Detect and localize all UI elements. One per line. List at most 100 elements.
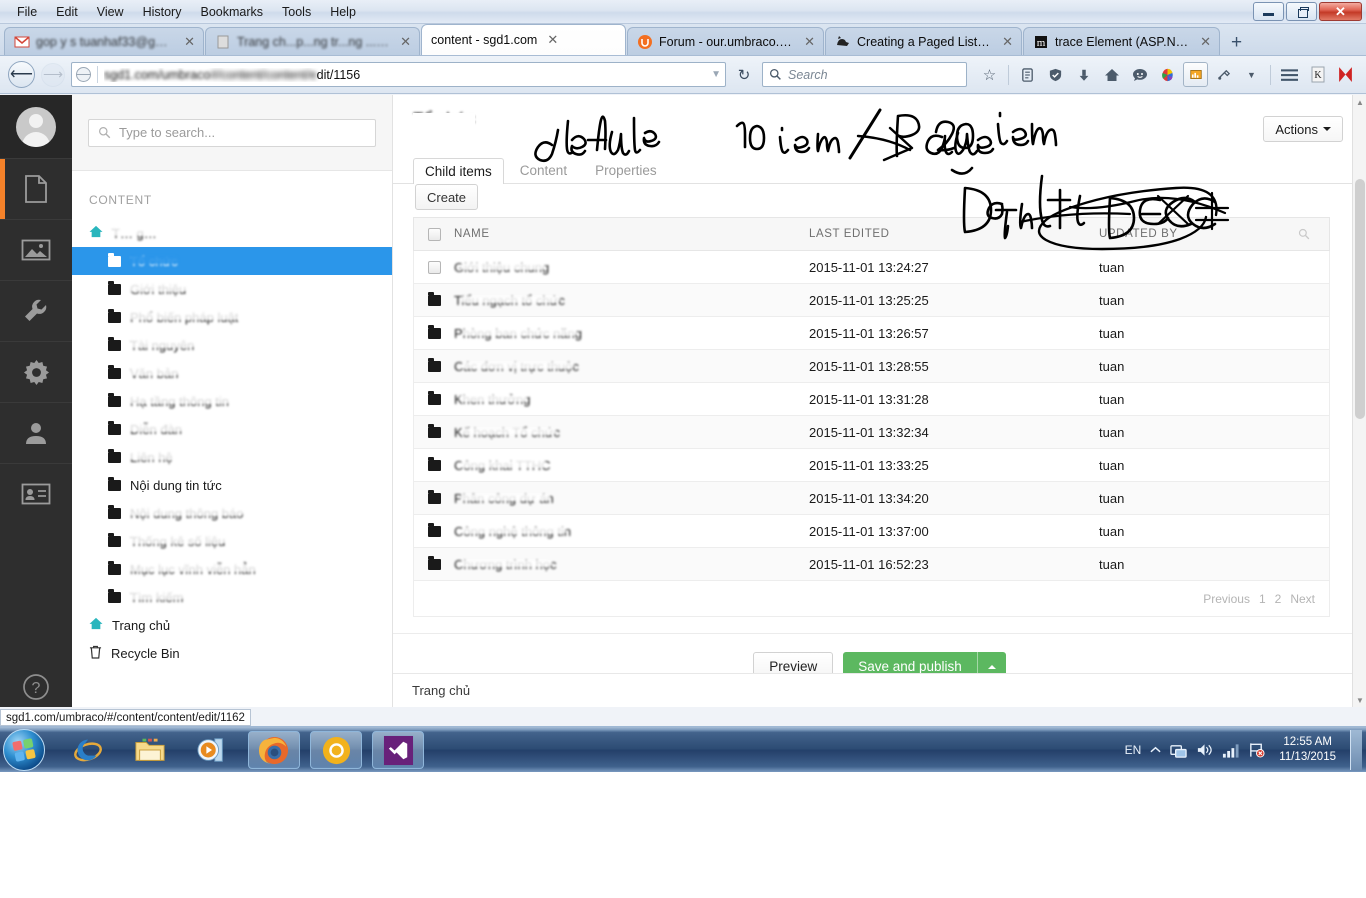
pagination-previous[interactable]: Previous bbox=[1203, 592, 1250, 606]
sidebar-item-help[interactable]: ? bbox=[0, 673, 72, 701]
sidebar-item-developer[interactable] bbox=[0, 280, 72, 341]
table-row[interactable]: Phòng ban chức năng 2015-11-01 13:26:57 tu… bbox=[413, 317, 1330, 350]
cell-name[interactable]: Các đơn vị trực thuộc bbox=[454, 359, 809, 374]
show-hidden-icon[interactable] bbox=[1150, 746, 1161, 754]
screenshot-icon[interactable] bbox=[1183, 62, 1208, 87]
scroll-down-icon[interactable]: ▼ bbox=[1353, 693, 1366, 707]
row-checkbox[interactable] bbox=[414, 260, 454, 274]
table-row[interactable]: Các đơn vị trực thuộc 2015-11-01 13:28:55… bbox=[413, 350, 1330, 383]
taskbar-internet-explorer[interactable] bbox=[62, 731, 114, 769]
table-row[interactable]: Phân công dự án 2015-11-01 13:34:20 tuan bbox=[413, 482, 1330, 515]
tab-properties[interactable]: Properties bbox=[583, 157, 669, 183]
browser-tab-1[interactable]: Trang ch...p...ng tr...ng ...n diểm ✕ bbox=[205, 27, 420, 55]
tree-item-14[interactable]: Trang chủ bbox=[72, 611, 392, 639]
cell-name[interactable]: Giới thiệu chung bbox=[454, 260, 809, 275]
minimize-button[interactable] bbox=[1253, 2, 1284, 21]
tab-close-icon[interactable]: ✕ bbox=[400, 34, 411, 50]
hamburger-menu-icon[interactable] bbox=[1277, 62, 1302, 87]
close-button[interactable]: ✕ bbox=[1319, 2, 1362, 21]
create-button[interactable]: Create bbox=[415, 184, 479, 210]
table-row[interactable]: Giới thiệu chung 2015-11-01 13:24:27 tuan bbox=[413, 251, 1330, 284]
cell-name[interactable]: Công khai TTHC bbox=[454, 458, 809, 473]
clock[interactable]: 12:55 AM 11/13/2015 bbox=[1274, 735, 1341, 765]
tab-close-icon[interactable]: ✕ bbox=[1002, 34, 1013, 50]
sidebar-item-media[interactable] bbox=[0, 219, 72, 280]
column-header-last-edited[interactable]: LAST EDITED bbox=[809, 228, 1099, 240]
forward-button-icon[interactable]: ⟶ bbox=[41, 62, 65, 87]
cell-name[interactable]: Khen thưởng bbox=[454, 392, 809, 407]
shield-icon[interactable] bbox=[1043, 62, 1068, 87]
signal-icon[interactable] bbox=[1222, 743, 1239, 758]
tray-language[interactable]: EN bbox=[1125, 743, 1142, 757]
tree-item-13[interactable]: Tìm kiếm bbox=[72, 583, 392, 611]
network-transfer-icon[interactable] bbox=[1170, 742, 1188, 759]
tab-close-icon[interactable]: ✕ bbox=[804, 34, 815, 50]
tab-content[interactable]: Content bbox=[508, 157, 579, 183]
menu-tools[interactable]: Tools bbox=[273, 2, 321, 22]
tab-close-icon[interactable]: ✕ bbox=[184, 34, 195, 50]
column-header-updated-by[interactable]: UPDATED BY bbox=[1099, 228, 1279, 240]
app-scrollbar[interactable]: ▲ ▼ bbox=[1352, 95, 1366, 707]
cell-name[interactable]: Phân công dự án bbox=[454, 491, 809, 506]
cell-name[interactable]: Phòng ban chức năng bbox=[454, 326, 809, 341]
tree-item-11[interactable]: Thống kê số liệu bbox=[72, 527, 392, 555]
chevron-down-icon[interactable]: ▼ bbox=[711, 69, 721, 80]
tree-item-2[interactable]: Giới thiệu bbox=[72, 275, 392, 303]
pagination-page-2[interactable]: 2 bbox=[1275, 592, 1282, 606]
pagination-page-1[interactable]: 1 bbox=[1259, 592, 1266, 606]
table-row[interactable]: Tiểu ngạch tổ chức 2015-11-01 13:25:25 tua… bbox=[413, 284, 1330, 317]
browser-tab-4[interactable]: Creating a Paged List in U... ✕ bbox=[825, 27, 1022, 55]
menu-history[interactable]: History bbox=[134, 2, 192, 22]
chevron-down-icon[interactable]: ▼ bbox=[1239, 62, 1264, 87]
table-row[interactable]: Công khai TTHC 2015-11-01 13:33:25 tuan bbox=[413, 449, 1330, 482]
column-header-name[interactable]: NAME bbox=[454, 228, 809, 240]
scroll-up-icon[interactable]: ▲ bbox=[1353, 95, 1366, 109]
table-row[interactable]: Kế hoạch Tổ chức 2015-11-01 13:32:34 tuan bbox=[413, 416, 1330, 449]
avatar[interactable] bbox=[0, 95, 72, 158]
table-row[interactable]: Chương trình học 2015-11-01 16:52:23 tuan bbox=[413, 548, 1330, 581]
menu-bookmarks[interactable]: Bookmarks bbox=[191, 2, 273, 22]
browser-tab-3[interactable]: Forum - our.umbraco.org ✕ bbox=[627, 27, 824, 55]
browser-tab-2-active[interactable]: content - sgd1.com ✕ bbox=[421, 24, 626, 55]
actions-button[interactable]: Actions bbox=[1263, 116, 1343, 142]
taskbar-chrome[interactable] bbox=[310, 731, 362, 769]
browser-search-box[interactable]: Search bbox=[762, 62, 967, 87]
home-icon[interactable] bbox=[1099, 62, 1124, 87]
action-center-alert-icon[interactable] bbox=[1248, 742, 1265, 758]
pagination-next[interactable]: Next bbox=[1290, 592, 1315, 606]
tree-item-8[interactable]: Liên hệ bbox=[72, 443, 392, 471]
table-row[interactable]: Công nghệ thông tin 2015-11-01 13:37:00 tu… bbox=[413, 515, 1330, 548]
listview-search-icon[interactable] bbox=[1279, 228, 1329, 240]
tab-close-icon[interactable]: ✕ bbox=[1200, 34, 1211, 50]
tab-child-items[interactable]: Child items bbox=[413, 158, 504, 184]
tab-close-icon[interactable]: ✕ bbox=[547, 32, 558, 48]
reload-button-icon[interactable]: ↻ bbox=[732, 63, 756, 87]
address-bar[interactable]: sgd1.com/umbraco#/content/content/edit/1… bbox=[71, 62, 726, 87]
tree-item-12[interactable]: Mục lục vĩnh viễn hẳn bbox=[72, 555, 392, 583]
cell-name[interactable]: Kế hoạch Tổ chức bbox=[454, 425, 809, 440]
plugin-icon[interactable] bbox=[1211, 62, 1236, 87]
tree-item-5[interactable]: Văn bản bbox=[72, 359, 392, 387]
kaspersky-alert-icon[interactable] bbox=[1333, 62, 1358, 87]
cell-name[interactable]: Chương trình học bbox=[454, 557, 809, 572]
table-row[interactable]: Khen thưởng 2015-11-01 13:31:28 tuan bbox=[413, 383, 1330, 416]
chat-icon[interactable] bbox=[1127, 62, 1152, 87]
reader-icon[interactable] bbox=[1015, 62, 1040, 87]
restore-button[interactable] bbox=[1286, 2, 1317, 21]
tree-item-6[interactable]: Hạ tầng thông tin bbox=[72, 387, 392, 415]
sidebar-item-members[interactable] bbox=[0, 463, 72, 524]
menu-edit[interactable]: Edit bbox=[47, 2, 88, 22]
taskbar-file-explorer[interactable] bbox=[124, 731, 176, 769]
search-input[interactable]: Type to search... bbox=[88, 118, 376, 147]
menu-file[interactable]: File bbox=[8, 2, 47, 22]
sidebar-item-content[interactable] bbox=[0, 158, 72, 219]
select-all-checkbox[interactable] bbox=[414, 227, 454, 241]
tree-item-1[interactable]: Tổ chức bbox=[72, 247, 392, 275]
volume-icon[interactable] bbox=[1196, 742, 1213, 758]
start-button[interactable] bbox=[3, 729, 45, 771]
sidebar-item-users[interactable] bbox=[0, 402, 72, 463]
tree-item-9[interactable]: Nội dung tin tức bbox=[72, 471, 392, 499]
tree-item-15[interactable]: Recycle Bin bbox=[72, 639, 392, 667]
breadcrumb-item-home[interactable]: Trang chủ bbox=[412, 683, 470, 698]
scrollbar-thumb[interactable] bbox=[1355, 179, 1365, 419]
